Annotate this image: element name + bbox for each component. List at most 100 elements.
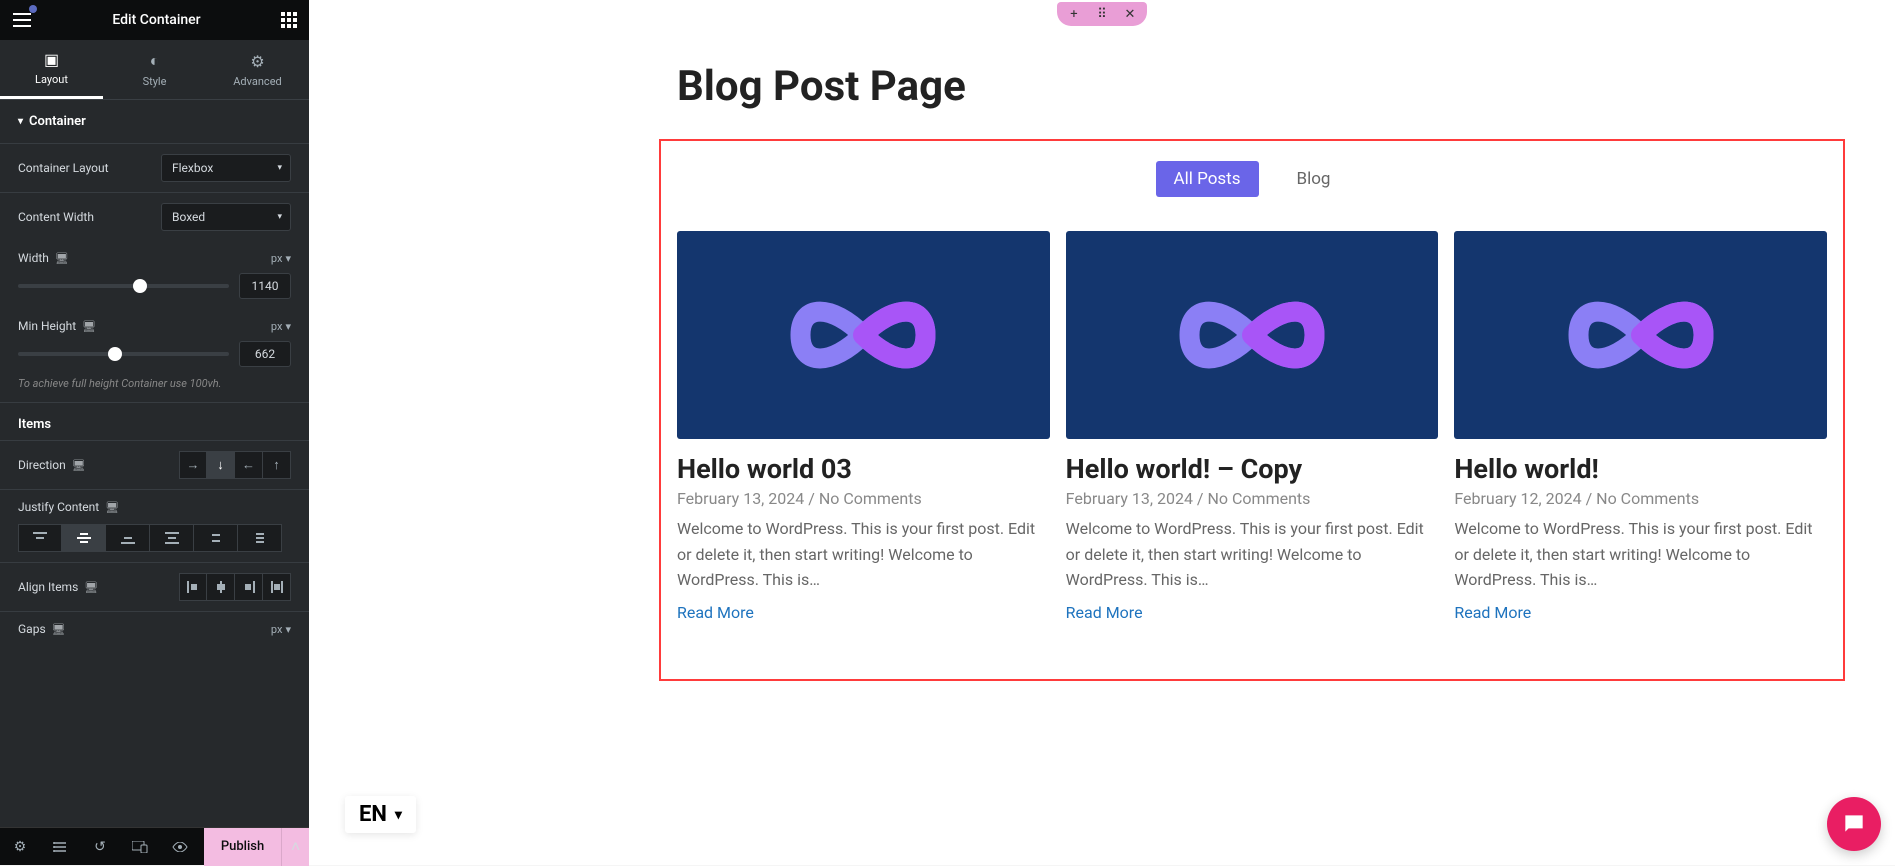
desktop-icon[interactable]: 🖥 <box>82 320 96 333</box>
control-minheight-header: Min Height 🖥 px▾ <box>0 309 309 335</box>
post-title[interactable]: Hello world 03 <box>677 453 1050 485</box>
tab-layout[interactable]: ▣ Layout <box>0 40 103 99</box>
chevron-down-icon: ▾ <box>277 163 282 173</box>
chevron-down-icon: ▾ <box>285 252 291 265</box>
control-label: Container Layout <box>18 161 109 175</box>
posts-grid: Hello world 03 February 13, 2024 / No Co… <box>677 231 1827 622</box>
justify-center[interactable] <box>62 524 106 552</box>
chevron-down-icon: ▾ <box>285 320 291 333</box>
history-button[interactable]: ↺ <box>80 828 120 866</box>
publish-button[interactable]: Publish <box>204 828 281 866</box>
chat-icon <box>1841 811 1867 837</box>
desktop-icon[interactable]: 🖥 <box>84 581 98 594</box>
width-unit-select[interactable]: px▾ <box>271 252 291 265</box>
widgets-grid-button[interactable] <box>279 10 299 30</box>
selected-container[interactable]: All Posts Blog Hello world 03 February 1… <box>659 139 1845 681</box>
post-title[interactable]: Hello world! <box>1454 453 1827 485</box>
gaps-unit-select[interactable]: px▾ <box>271 623 291 636</box>
section-container-toggle[interactable]: ▾ Container <box>0 100 309 143</box>
direction-column-reverse[interactable]: ↑ <box>263 451 291 479</box>
justify-evenly[interactable] <box>238 524 282 552</box>
chevron-down-icon: ▾ <box>395 807 402 823</box>
preview-button[interactable] <box>160 828 200 866</box>
panel-scroll-area[interactable]: ▾ Container Container Layout Flexbox ▾ C… <box>0 100 309 827</box>
post-excerpt: Welcome to WordPress. This is your first… <box>677 516 1050 593</box>
control-justify: Justify Content 🖥 <box>0 489 309 524</box>
align-stretch[interactable] <box>263 573 291 601</box>
section-title: Container <box>29 114 86 129</box>
minheight-unit-select[interactable]: px▾ <box>271 320 291 333</box>
publish-options-button[interactable]: ˄ <box>281 828 309 866</box>
navigator-button[interactable] <box>40 828 80 866</box>
menu-button[interactable] <box>10 8 34 32</box>
align-end[interactable] <box>235 573 263 601</box>
align-start[interactable] <box>179 573 207 601</box>
delete-element-button[interactable]: ✕ <box>1121 5 1139 23</box>
post-excerpt: Welcome to WordPress. This is your first… <box>1066 516 1439 593</box>
style-icon: ◐ <box>150 51 160 71</box>
post-thumbnail[interactable] <box>1066 231 1439 439</box>
direction-column[interactable]: ↓ <box>207 451 235 479</box>
infinity-icon <box>1516 270 1766 400</box>
filter-tab-blog[interactable]: Blog <box>1279 161 1349 197</box>
settings-button[interactable]: ⚙ <box>0 828 40 866</box>
content-width-select[interactable]: Boxed ▾ <box>161 203 291 231</box>
post-meta: February 12, 2024 / No Comments <box>1454 489 1827 508</box>
slider-thumb[interactable] <box>133 279 147 293</box>
post-excerpt: Welcome to WordPress. This is your first… <box>1454 516 1827 593</box>
slider-thumb[interactable] <box>108 347 122 361</box>
desktop-icon[interactable]: 🖥 <box>105 501 119 514</box>
justify-end[interactable] <box>106 524 150 552</box>
control-content-width: Content Width Boxed ▾ <box>0 192 309 241</box>
responsive-button[interactable] <box>120 828 160 866</box>
direction-row[interactable]: → <box>179 451 207 479</box>
infinity-icon <box>1127 270 1377 400</box>
editor-canvas[interactable]: + ⠿ ✕ Blog Post Page All Posts Blog Hell… <box>309 0 1895 865</box>
tab-advanced[interactable]: ⚙ Advanced <box>206 40 309 99</box>
filter-tab-all[interactable]: All Posts <box>1156 161 1259 197</box>
control-align: Align Items 🖥 <box>0 562 309 611</box>
items-heading: Items <box>0 402 309 440</box>
control-label: Width 🖥 <box>18 251 69 265</box>
desktop-icon[interactable]: 🖥 <box>55 252 69 265</box>
control-direction: Direction 🖥 → ↓ ← ↑ <box>0 440 309 489</box>
container-layout-select[interactable]: Flexbox ▾ <box>161 154 291 182</box>
chat-fab-button[interactable] <box>1827 797 1881 851</box>
justify-around[interactable] <box>194 524 238 552</box>
tab-label: Layout <box>35 73 68 86</box>
editor-sidebar: Edit Container ▣ Layout ◐ Style ⚙ Advanc… <box>0 0 309 865</box>
post-meta: February 13, 2024 / No Comments <box>677 489 1050 508</box>
tab-label: Style <box>143 75 167 88</box>
minheight-slider-row <box>0 335 309 377</box>
language-switcher[interactable]: EN ▾ <box>345 796 416 833</box>
width-input[interactable] <box>239 273 291 299</box>
desktop-icon[interactable]: 🖥 <box>72 459 86 472</box>
read-more-link[interactable]: Read More <box>1454 603 1531 622</box>
read-more-link[interactable]: Read More <box>1066 603 1143 622</box>
minheight-slider[interactable] <box>18 352 229 356</box>
desktop-icon[interactable]: 🖥 <box>52 623 66 636</box>
tab-label: Advanced <box>233 75 281 88</box>
advanced-icon: ⚙ <box>250 52 264 71</box>
control-label: Direction 🖥 <box>18 458 86 472</box>
control-label: Justify Content 🖥 <box>18 500 119 514</box>
caret-down-icon: ▾ <box>18 116 23 127</box>
post-thumbnail[interactable] <box>1454 231 1827 439</box>
justify-between[interactable] <box>150 524 194 552</box>
post-thumbnail[interactable] <box>677 231 1050 439</box>
drag-handle[interactable]: ⠿ <box>1093 5 1111 23</box>
control-gaps: Gaps 🖥 px▾ <box>0 611 309 646</box>
justify-start[interactable] <box>18 524 62 552</box>
width-slider-row <box>0 267 309 309</box>
tab-style[interactable]: ◐ Style <box>103 40 206 99</box>
read-more-link[interactable]: Read More <box>677 603 754 622</box>
width-slider[interactable] <box>18 284 229 288</box>
minheight-input[interactable] <box>239 341 291 367</box>
minheight-help: To achieve full height Container use 100… <box>0 377 309 402</box>
direction-row-reverse[interactable]: ← <box>235 451 263 479</box>
align-center[interactable] <box>207 573 235 601</box>
post-title[interactable]: Hello world! – Copy <box>1066 453 1439 485</box>
control-label: Gaps 🖥 <box>18 622 66 636</box>
sidebar-footer: ⚙ ↺ Publish ˄ <box>0 827 309 865</box>
add-element-button[interactable]: + <box>1065 5 1083 23</box>
